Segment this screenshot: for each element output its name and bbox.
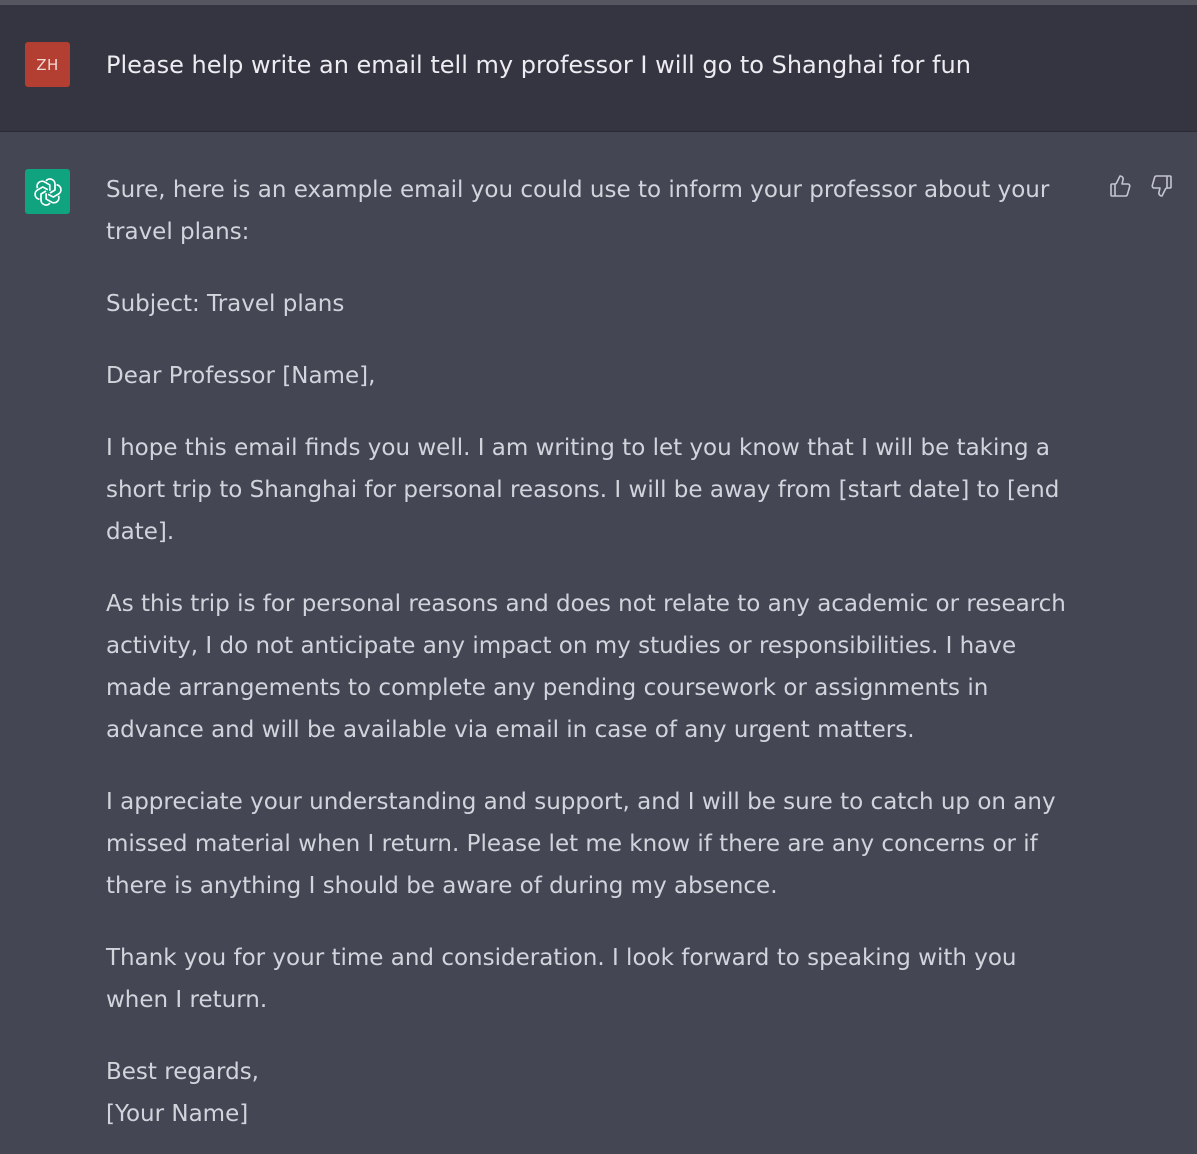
openai-logo-icon bbox=[33, 177, 62, 206]
email-greeting: Dear Professor [Name], bbox=[106, 363, 376, 389]
assistant-avatar bbox=[25, 169, 70, 214]
assistant-message-row: Sure, here is an example email you could… bbox=[0, 132, 1197, 1154]
thumbs-down-button[interactable] bbox=[1149, 173, 1175, 199]
feedback-buttons bbox=[1107, 173, 1175, 199]
user-message-row: ZH Please help write an email tell my pr… bbox=[0, 5, 1197, 132]
email-signoff: Best regards, bbox=[106, 1059, 259, 1085]
email-paragraph: As this trip is for personal reasons and… bbox=[106, 591, 1066, 743]
email-paragraph: Thank you for your time and consideratio… bbox=[106, 945, 1017, 1013]
email-paragraph: I hope this email finds you well. I am w… bbox=[106, 435, 1060, 545]
email-signature: [Your Name] bbox=[106, 1101, 249, 1127]
thumbs-up-icon bbox=[1110, 175, 1131, 197]
reply-intro: Sure, here is an example email you could… bbox=[106, 177, 1050, 245]
user-avatar-initials: ZH bbox=[36, 55, 59, 74]
assistant-reply: Sure, here is an example email you could… bbox=[106, 169, 1081, 1135]
thumbs-down-icon bbox=[1151, 175, 1172, 197]
user-message-text: Please help write an email tell my profe… bbox=[106, 51, 971, 79]
email-paragraph: I appreciate your understanding and supp… bbox=[106, 789, 1056, 899]
email-subject: Subject: Travel plans bbox=[106, 291, 345, 317]
thumbs-up-button[interactable] bbox=[1107, 173, 1133, 199]
user-avatar: ZH bbox=[25, 42, 70, 87]
